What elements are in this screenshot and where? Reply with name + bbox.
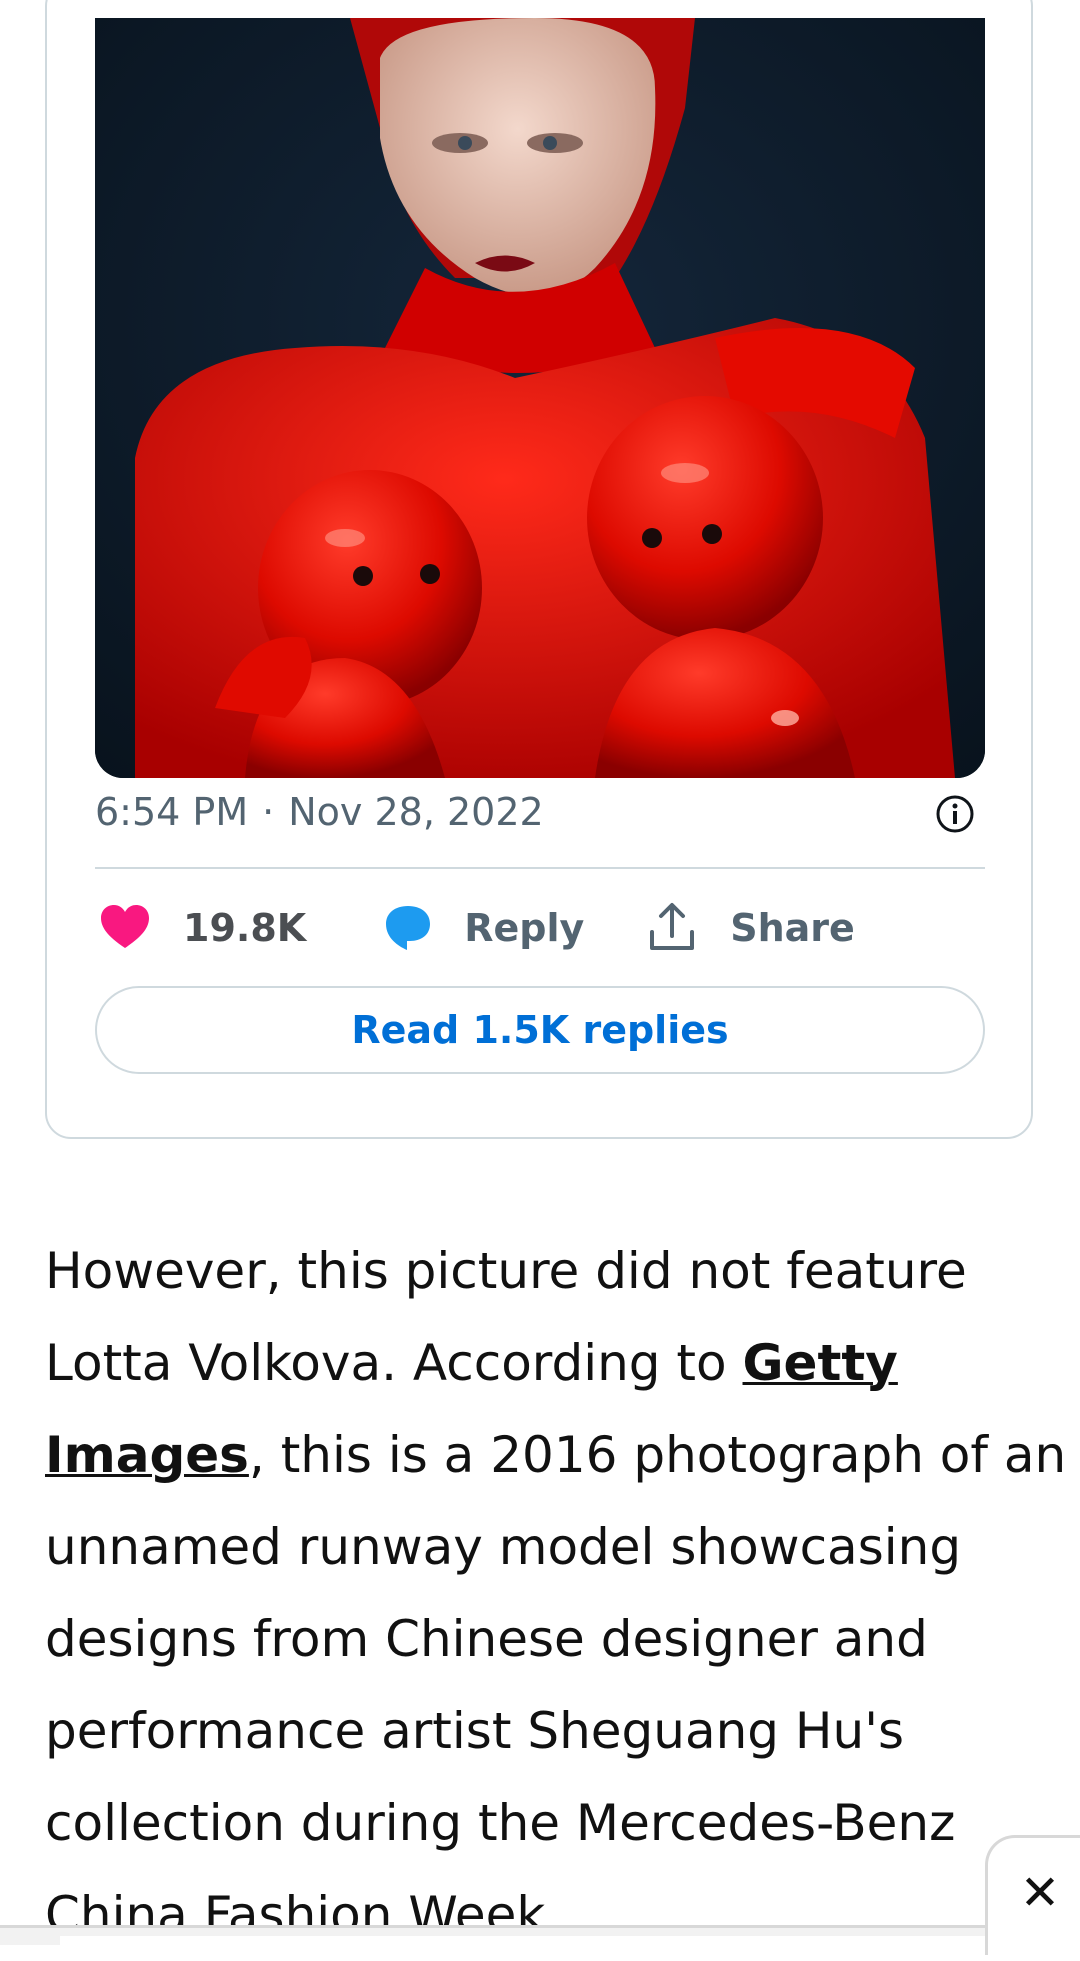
ad-slot[interactable]	[60, 1936, 1020, 1945]
paragraph-text: , this is a 2016 photograph of an	[248, 1426, 1067, 1484]
reply-label: Reply	[464, 906, 585, 950]
tweet-photo[interactable]	[95, 18, 985, 778]
paragraph-line: designs from Chinese designer and	[45, 1610, 928, 1668]
like-button[interactable]: 19.8K	[97, 900, 306, 956]
paragraph-line: unnamed runway model showcasing	[45, 1518, 962, 1576]
info-icon[interactable]	[935, 794, 975, 834]
getty-images-link-continued[interactable]: Images	[45, 1426, 249, 1484]
paragraph-line: collection during the Mercedes-Benz	[45, 1794, 956, 1852]
tweet-divider	[95, 867, 985, 869]
share-label: Share	[730, 906, 855, 950]
tweet-time: 6:54 PM	[95, 790, 249, 834]
tweet-embed-card: 6:54 PM · Nov 28, 2022 19.8K Reply Share…	[45, 0, 1033, 1139]
paragraph-line: China Fashion Week	[45, 1886, 546, 1944]
share-upload-icon	[650, 903, 695, 950]
paragraph-text: Lotta Volkova. According to	[45, 1334, 743, 1392]
article-paragraph: However, this picture did not feature Lo…	[45, 1225, 1066, 1961]
paragraph-line: However, this picture did not feature	[45, 1242, 967, 1300]
sticky-ad-bar	[0, 1925, 1080, 1945]
tweet-actions: 19.8K Reply Share	[95, 892, 985, 964]
speech-bubble-icon	[386, 906, 431, 950]
like-count: 19.8K	[183, 906, 307, 950]
paragraph-line: Lotta Volkova. According to Getty	[45, 1317, 1045, 1409]
ad-close-button[interactable]: ✕	[985, 1835, 1080, 1955]
paragraph-line: Images, this is a 2016 photograph of an	[45, 1409, 1066, 1501]
heart-icon	[101, 905, 149, 948]
timestamp-separator: ·	[262, 790, 275, 834]
photo-red-outfit-model-with-dolls	[95, 18, 985, 778]
read-replies-button[interactable]: Read 1.5K replies	[95, 986, 985, 1074]
close-icon: ✕	[1019, 1864, 1061, 1921]
getty-images-link[interactable]: Getty	[743, 1334, 898, 1392]
reply-button[interactable]: Reply	[380, 900, 584, 956]
paragraph-line: performance artist Sheguang Hu's	[45, 1702, 905, 1760]
tweet-date: Nov 28, 2022	[288, 790, 544, 834]
share-button[interactable]: Share	[644, 900, 855, 956]
tweet-timestamp[interactable]: 6:54 PM · Nov 28, 2022	[95, 782, 985, 842]
